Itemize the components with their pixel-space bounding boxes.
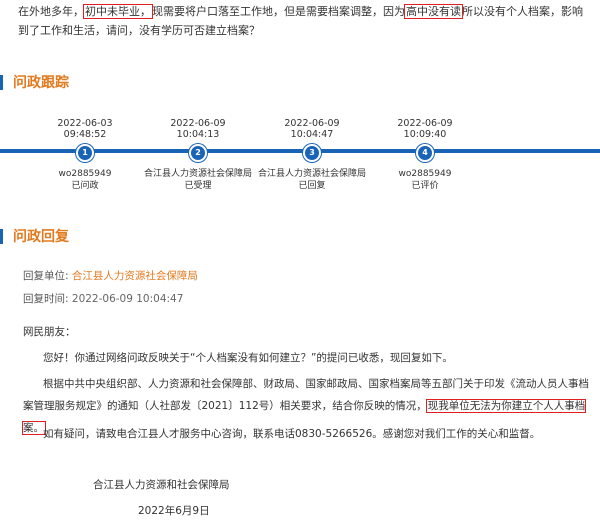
reply-time-value: 2022-06-09 10:04:47 [71,293,184,305]
step-actor: wo2885949 [398,169,452,179]
step-time: 09:48:52 [63,129,107,140]
step-status: 已问政 [71,181,99,191]
reply-greeting: 网民朋友： [23,326,76,338]
step-status: 已回复 [298,181,326,191]
timeline-step: 2022-06-09 10:09:40 4 wo2885949 已评价 [370,118,480,192]
reply-time-label: 回复时间: [23,293,69,305]
timeline-step: 2022-06-09 10:04:13 2 合江县人力资源社会保障局 已受理 [143,118,253,192]
progress-timeline: 2022-06-03 09:48:52 1 wo2885949 已问政 2022… [0,118,600,198]
step-actor: 合江县人力资源社会保障局 [143,169,252,179]
step-time: 10:04:13 [176,129,220,140]
step-date: 2022-06-09 [170,118,226,129]
step-status: 已受理 [184,181,212,191]
highlight-box: 初中未毕业， [83,4,153,19]
timeline-step: 2022-06-09 10:04:47 3 合江县人力资源社会保障局 已回复 [257,118,367,192]
reply-paragraph: 您好！你通过网络问政反映关于“个人档案没有如何建立？”的提问已收悉，现回复如下。 [43,352,453,364]
step-actor: 合江县人力资源社会保障局 [257,169,366,179]
highlight-box: 高中没有读 [404,4,463,19]
step-number-dot: 4 [416,144,434,162]
reply-time: 回复时间: 2022-06-09 10:04:47 [23,291,183,306]
reply-paragraph: 如有疑问，请致电合江县人才服务中心咨询，联系电话0830-5266526。感谢您… [43,428,541,440]
signature-organization: 合江县人力资源和社会保障局 [93,479,230,491]
reply-unit: 回复单位: 合江县人力资源社会保障局 [23,268,198,283]
timeline-step: 2022-06-03 09:48:52 1 wo2885949 已问政 [30,118,140,192]
reply-unit-label: 回复单位: [23,270,69,282]
step-date: 2022-06-09 [397,118,453,129]
section-title-tracking: 问政跟踪 [0,73,69,91]
step-time: 10:04:47 [290,129,334,140]
step-number-dot: 3 [303,144,321,162]
reply-unit-link[interactable]: 合江县人力资源社会保障局 [72,270,198,282]
step-actor: wo2885949 [58,169,112,179]
step-status: 已评价 [411,181,439,191]
step-number-dot: 1 [76,144,94,162]
question-text: 在外地多年，初中未毕业，现需要将户口落至工作地，但是需要档案调整，因为高中没有读… [18,4,583,37]
step-time: 10:09:40 [403,129,447,140]
section-title-reply: 问政回复 [0,227,69,245]
step-number-dot: 2 [189,144,207,162]
section-title-text: 问政回复 [13,229,69,245]
section-marker [0,74,3,90]
step-date: 2022-06-09 [284,118,340,129]
section-marker [0,228,3,244]
step-date: 2022-06-03 [57,118,113,129]
section-title-text: 问政跟踪 [13,75,69,91]
